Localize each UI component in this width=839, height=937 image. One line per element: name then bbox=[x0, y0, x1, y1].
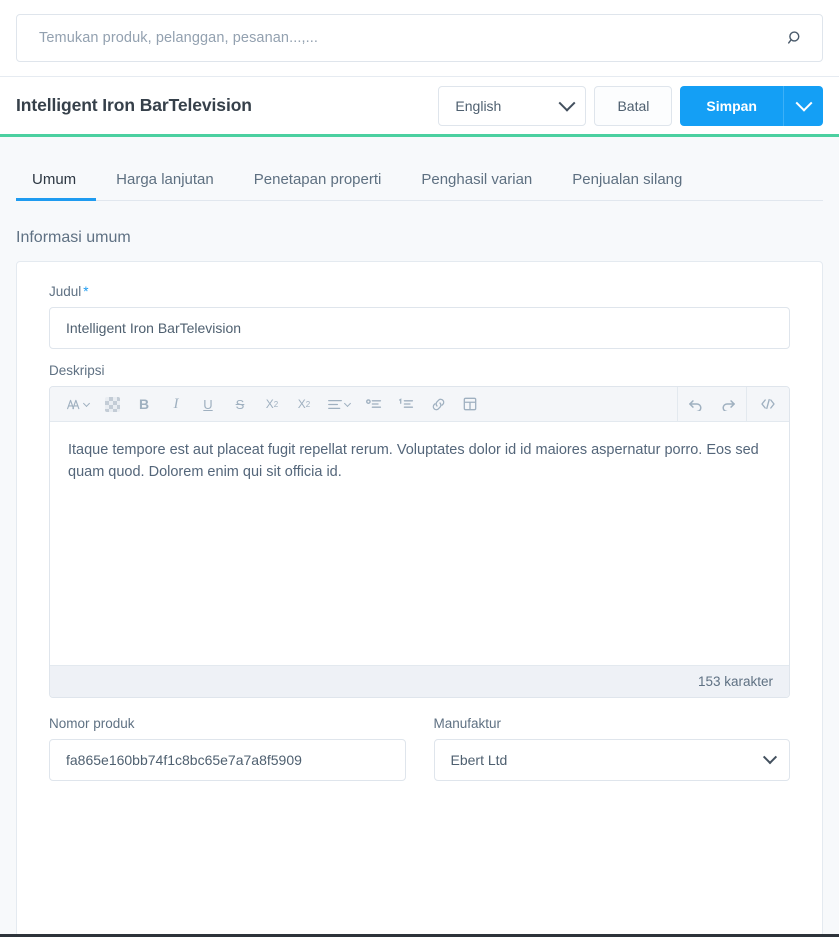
save-button-group: Simpan bbox=[680, 85, 823, 126]
title-input[interactable]: Intelligent Iron BarTelevision bbox=[49, 307, 790, 349]
search-input-placeholder: Temukan produk, pelanggan, pesanan...,..… bbox=[39, 30, 318, 46]
page-title: Intelligent Iron BarTelevision bbox=[16, 95, 252, 115]
title-field-label: Judul * bbox=[49, 284, 790, 299]
header-actions: English Batal Simpan bbox=[438, 85, 823, 126]
tab-penghasil-varian[interactable]: Penghasil varian bbox=[401, 163, 552, 200]
chevron-down-icon bbox=[762, 750, 778, 765]
description-field: Deskripsi B I U S X 2 X 2 Itaque tempore… bbox=[49, 363, 790, 698]
redo-icon[interactable] bbox=[714, 390, 742, 418]
section-title: Informasi umum bbox=[16, 229, 131, 246]
product-number-label: Nomor produk bbox=[49, 716, 135, 731]
manufacturer-label: Manufaktur bbox=[433, 716, 502, 731]
product-number-value: fa865e160bb74f1c8bc65e7a7a8f5909 bbox=[66, 752, 302, 768]
save-dropdown-button[interactable] bbox=[783, 85, 823, 126]
color-swatch bbox=[104, 396, 120, 412]
description-editor-content[interactable]: Itaque tempore est aut placeat fugit rep… bbox=[50, 422, 789, 665]
tab-penjualan-silang[interactable]: Penjualan silang bbox=[552, 163, 702, 200]
required-marker: * bbox=[83, 284, 89, 299]
chevron-down-icon bbox=[558, 94, 576, 112]
manufacturer-field: Manufaktur Ebert Ltd bbox=[433, 716, 790, 781]
editor-toolbar: B I U S X2 X 2 bbox=[50, 387, 789, 422]
language-select[interactable]: English bbox=[438, 85, 587, 126]
language-select-value: English bbox=[455, 97, 502, 114]
tab-harga-lanjutan[interactable]: Harga lanjutan bbox=[96, 163, 234, 200]
undo-icon[interactable] bbox=[682, 390, 710, 418]
tabs-container: Umum Harga lanjutan Penetapan properti P… bbox=[0, 137, 839, 201]
rich-text-editor: B I U S X2 X 2 Itaque tempore est aut pl… bbox=[49, 386, 790, 698]
chevron-down-icon bbox=[795, 94, 812, 112]
product-number-field: Nomor produk fa865e160bb74f1c8bc65e7a7a8… bbox=[49, 716, 406, 781]
global-search-bar: Temukan produk, pelanggan, pesanan...,..… bbox=[0, 0, 839, 77]
editor-toolbar-code-group bbox=[747, 390, 789, 418]
tab-penetapan-properti[interactable]: Penetapan properti bbox=[234, 163, 402, 200]
manufacturer-select[interactable]: Ebert Ltd bbox=[433, 739, 790, 781]
superscript-icon[interactable]: X2 bbox=[258, 390, 286, 418]
product-details-row: Nomor produk fa865e160bb74f1c8bc65e7a7a8… bbox=[49, 716, 790, 781]
manufacturer-value: Ebert Ltd bbox=[450, 752, 508, 768]
bold-icon[interactable]: B bbox=[130, 390, 158, 418]
align-icon[interactable] bbox=[322, 390, 356, 418]
italic-glyph: I bbox=[173, 395, 179, 412]
description-field-label: Deskripsi bbox=[49, 363, 105, 378]
save-button[interactable]: Simpan bbox=[680, 85, 783, 126]
title-input-value: Intelligent Iron BarTelevision bbox=[66, 320, 242, 336]
cancel-button[interactable]: Batal bbox=[594, 85, 673, 126]
editor-character-count: 153 karakter bbox=[50, 665, 789, 697]
chevron-down-icon bbox=[82, 399, 90, 407]
table-icon[interactable] bbox=[456, 390, 484, 418]
general-information-card: Judul * Intelligent Iron BarTelevision De… bbox=[16, 261, 823, 937]
chevron-down-icon bbox=[343, 399, 352, 407]
search-icon[interactable] bbox=[784, 27, 806, 49]
search-input[interactable]: Temukan produk, pelanggan, pesanan...,..… bbox=[16, 14, 823, 62]
superscript-exponent: 2 bbox=[273, 399, 279, 409]
strikethrough-icon[interactable]: S bbox=[226, 390, 254, 418]
tab-umum[interactable]: Umum bbox=[16, 163, 97, 201]
title-field-label-text: Judul bbox=[49, 284, 82, 299]
link-icon[interactable] bbox=[424, 390, 452, 418]
superscript-glyph: X bbox=[265, 397, 274, 411]
subscript-index: 2 bbox=[305, 399, 311, 409]
subscript-icon[interactable]: X2 bbox=[290, 390, 318, 418]
underline-glyph: U bbox=[203, 396, 213, 412]
editor-toolbar-history-group bbox=[678, 390, 746, 418]
code-view-icon[interactable] bbox=[751, 390, 785, 418]
bullet-list-icon[interactable] bbox=[360, 390, 388, 418]
editor-toolbar-left-group: B I U S X2 X 2 bbox=[50, 390, 677, 418]
bold-glyph: B bbox=[138, 396, 150, 412]
numbered-list-icon[interactable] bbox=[392, 390, 420, 418]
italic-icon[interactable]: I bbox=[162, 390, 190, 418]
underline-icon[interactable]: U bbox=[194, 390, 222, 418]
page-header: Intelligent Iron BarTelevision English B… bbox=[0, 77, 839, 137]
product-number-input[interactable]: fa865e160bb74f1c8bc65e7a7a8f5909 bbox=[49, 739, 406, 781]
tab-list: Umum Harga lanjutan Penetapan properti P… bbox=[16, 163, 823, 201]
subscript-glyph: X bbox=[297, 397, 306, 411]
text-color-swatch-icon[interactable] bbox=[98, 390, 126, 418]
strikethrough-glyph: S bbox=[235, 396, 245, 412]
title-field: Judul * Intelligent Iron BarTelevision bbox=[49, 284, 790, 349]
product-edit-page: Temukan produk, pelanggan, pesanan...,..… bbox=[0, 0, 839, 937]
font-style-icon[interactable] bbox=[60, 390, 94, 418]
